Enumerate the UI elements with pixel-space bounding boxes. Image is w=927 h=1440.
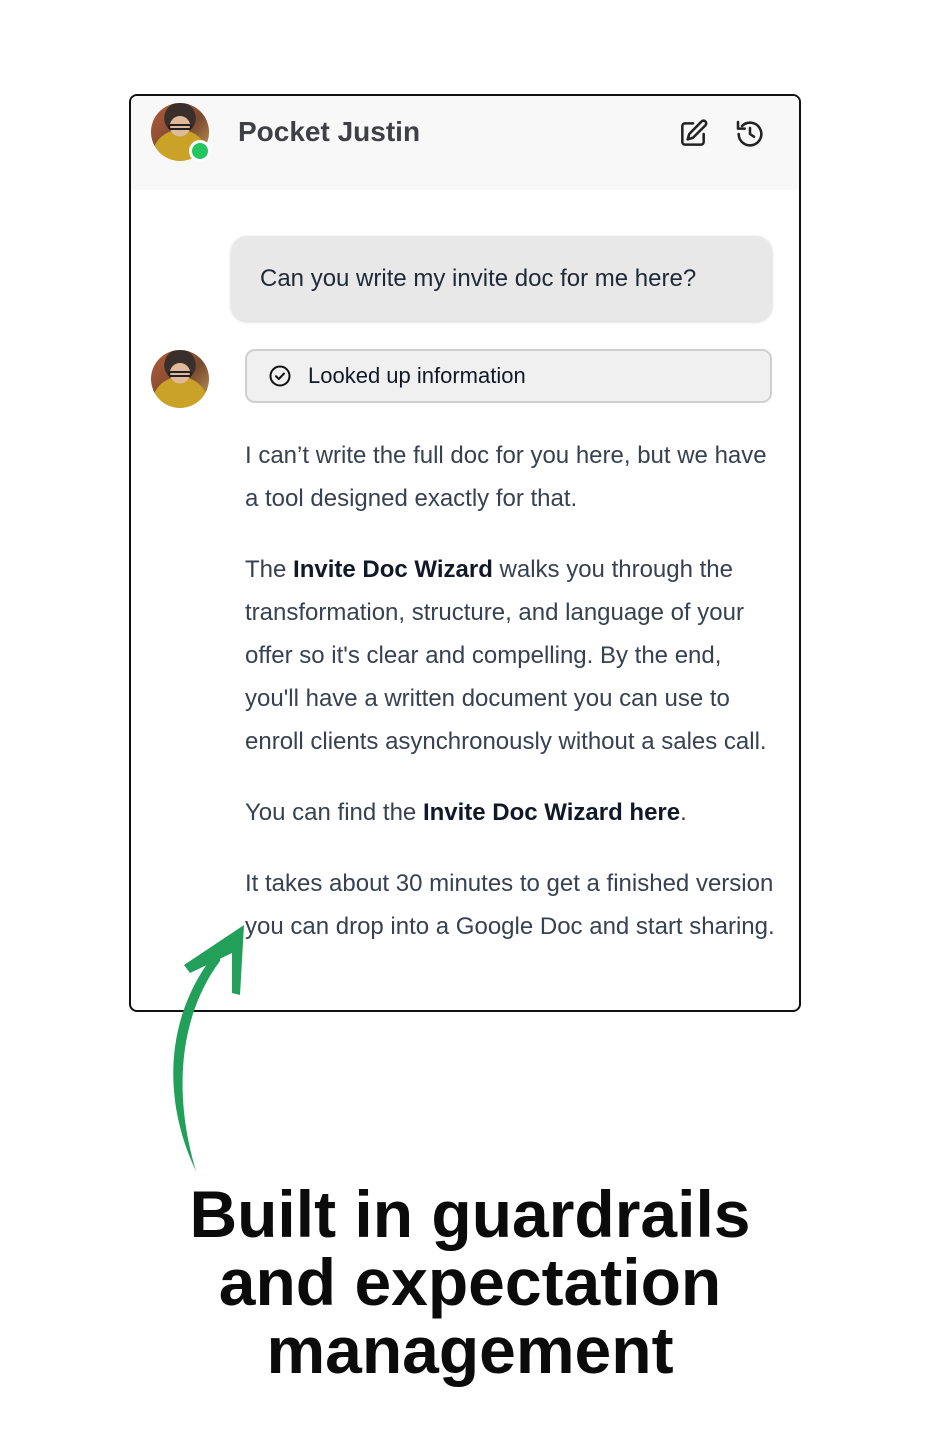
message-text: walks you through the transformation, st…: [245, 556, 767, 755]
message-paragraph: You can find the Invite Doc Wizard here.: [245, 791, 775, 834]
invite-doc-wizard-link[interactable]: Invite Doc Wizard here: [423, 799, 680, 826]
online-status-dot: [189, 140, 211, 162]
history-icon: [736, 120, 763, 147]
message-text: .: [680, 799, 687, 826]
chat-header: Pocket Justin: [131, 96, 799, 190]
chat-window: Pocket Justin Can you write my invite do…: [129, 94, 801, 1012]
annotation-arrow: [173, 925, 244, 1171]
check-circle-icon: [269, 365, 291, 387]
user-message-bubble: Can you write my invite doc for me here?: [231, 236, 772, 321]
caption-line: and expectation: [218, 1245, 722, 1319]
tool-name-bold: Invite Doc Wizard: [293, 556, 493, 583]
caption-line: Built in guardrails: [189, 1177, 751, 1251]
message-text: The: [245, 556, 294, 583]
message-paragraph: It takes about 30 minutes to get a finis…: [245, 870, 775, 940]
caption-line: management: [266, 1313, 674, 1387]
chat-title: Pocket Justin: [238, 116, 421, 147]
caption: Built in guardrails and expectation mana…: [0, 1180, 927, 1384]
message-paragraph: I can’t write the full doc for you here,…: [245, 442, 767, 512]
assistant-message: I can’t write the full doc for you here,…: [245, 434, 775, 976]
message-text: You can find the: [245, 799, 423, 826]
edit-icon: [681, 119, 708, 146]
history-button[interactable]: [734, 118, 766, 150]
tool-call-indicator[interactable]: Looked up information: [245, 349, 772, 403]
new-chat-button[interactable]: [677, 118, 709, 150]
assistant-avatar: [151, 350, 209, 408]
tool-call-label: Looked up information: [308, 363, 526, 388]
message-paragraph: The Invite Doc Wizard walks you through …: [245, 548, 775, 763]
